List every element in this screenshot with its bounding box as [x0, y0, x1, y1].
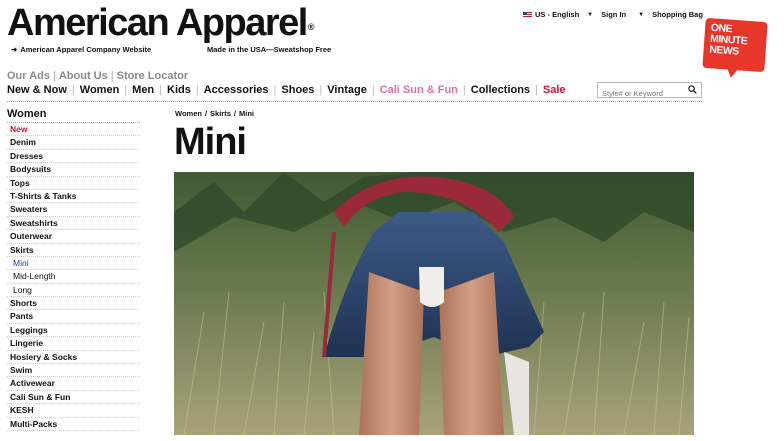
- search-icon[interactable]: [688, 85, 697, 94]
- nav-women[interactable]: Women: [80, 84, 120, 96]
- sidebar-item-bodysuits[interactable]: Bodysuits: [7, 163, 140, 177]
- nav-divider: [7, 101, 702, 102]
- nav-separator: |: [195, 84, 199, 96]
- sidebar-item-tops[interactable]: Tops: [7, 177, 140, 190]
- sidebar-item-skirts[interactable]: Skirts: [7, 244, 140, 257]
- brand-logo[interactable]: American Apparel®: [7, 3, 314, 43]
- nav-separator: |: [319, 84, 323, 96]
- our-ads-link[interactable]: Our Ads: [7, 70, 50, 82]
- about-us-link[interactable]: About Us: [59, 70, 108, 82]
- sidebar-item-tshirts-tanks[interactable]: T-Shirts & Tanks: [7, 190, 140, 204]
- nav-separator: |: [53, 70, 56, 82]
- sidebar-item-swim[interactable]: Swim: [7, 364, 140, 378]
- sidebar-item-activewear[interactable]: Activewear: [7, 377, 140, 391]
- sidebar-item-leggings[interactable]: Leggings: [7, 324, 140, 338]
- sidebar-item-outerwear[interactable]: Outerwear: [7, 230, 140, 244]
- logo-text: American Apparel: [7, 2, 308, 44]
- breadcrumb-women[interactable]: Women: [175, 109, 202, 118]
- nav-new-now[interactable]: New & Now: [7, 84, 67, 96]
- country-selector[interactable]: US - English: [535, 10, 579, 19]
- nav-separator: |: [273, 84, 277, 96]
- sidebar-item-sweatshirts[interactable]: Sweatshirts: [7, 217, 140, 231]
- category-sidebar: Women New Denim Dresses Bodysuits Tops T…: [7, 108, 140, 431]
- breadcrumb-separator: /: [233, 109, 236, 118]
- nav-accessories[interactable]: Accessories: [204, 84, 269, 96]
- nav-separator: |: [159, 84, 163, 96]
- breadcrumb: Women / Skirts / Mini: [175, 109, 254, 118]
- breadcrumb-mini: Mini: [239, 109, 254, 118]
- company-website-label: American Apparel Company Website: [20, 45, 152, 54]
- sidebar-item-new[interactable]: New: [7, 123, 140, 137]
- nav-kids[interactable]: Kids: [167, 84, 191, 96]
- main-nav: New & Now | Women | Men | Kids | Accessories…: [7, 84, 566, 96]
- hero-photo-image: [174, 172, 694, 435]
- sidebar-subitem-mid-length[interactable]: Mid-Length: [7, 270, 140, 284]
- arrow-right-icon: ➜: [11, 45, 18, 54]
- sidebar-subitem-long[interactable]: Long: [7, 284, 140, 298]
- sidebar-heading[interactable]: Women: [7, 108, 140, 123]
- nav-separator: |: [71, 84, 75, 96]
- hero-photo[interactable]: [174, 172, 694, 435]
- badge-text: ONE MINUTE NEWS: [709, 22, 748, 59]
- sidebar-subitem-mini[interactable]: Mini: [7, 257, 140, 271]
- top-nav: US - English ▼ Sign In ▼ Shopping Bag: [523, 10, 703, 19]
- sidebar-item-dresses[interactable]: Dresses: [7, 150, 140, 164]
- breadcrumb-skirts[interactable]: Skirts: [210, 109, 231, 118]
- sidebar-item-pants[interactable]: Pants: [7, 310, 140, 324]
- search-input[interactable]: [598, 86, 684, 101]
- page-title: Mini: [174, 121, 247, 163]
- one-minute-news-badge[interactable]: ONE MINUTE NEWS: [702, 17, 768, 80]
- chevron-down-icon[interactable]: ▼: [638, 12, 644, 18]
- nav-separator: |: [124, 84, 128, 96]
- shopping-bag-link[interactable]: Shopping Bag: [652, 10, 703, 19]
- sidebar-item-cali-sun-fun[interactable]: Cali Sun & Fun: [7, 391, 140, 405]
- nav-separator: |: [462, 84, 466, 96]
- sidebar-item-lingerie[interactable]: Lingerie: [7, 337, 140, 351]
- sign-in-link[interactable]: Sign In: [601, 10, 626, 19]
- nav-men[interactable]: Men: [132, 84, 154, 96]
- sidebar-item-kesh[interactable]: KESH: [7, 404, 140, 418]
- nav-cali-sun-fun[interactable]: Cali Sun & Fun: [380, 84, 458, 96]
- sidebar-item-shorts[interactable]: Shorts: [7, 297, 140, 311]
- nav-separator: |: [371, 84, 375, 96]
- nav-separator: |: [535, 84, 538, 96]
- sidebar-item-denim[interactable]: Denim: [7, 136, 140, 150]
- nav-sale[interactable]: Sale: [543, 84, 566, 96]
- badge-tail: [722, 62, 742, 80]
- sidebar-item-multi-packs[interactable]: Multi-Packs: [7, 418, 140, 431]
- secondary-nav: Our Ads | About Us | Store Locator: [7, 70, 188, 82]
- nav-vintage[interactable]: Vintage: [327, 84, 367, 96]
- sidebar-item-sweaters[interactable]: Sweaters: [7, 203, 140, 217]
- store-locator-link[interactable]: Store Locator: [117, 70, 189, 82]
- made-in-usa-link[interactable]: Made in the USA—Sweatshop Free: [207, 45, 331, 54]
- search-box: [597, 82, 702, 101]
- breadcrumb-separator: /: [204, 109, 208, 118]
- registered-mark: ®: [307, 22, 315, 32]
- us-flag-icon: [523, 11, 532, 18]
- nav-separator: |: [110, 70, 114, 82]
- company-website-link[interactable]: ➜ American Apparel Company Website: [11, 45, 151, 54]
- nav-collections[interactable]: Collections: [471, 84, 530, 96]
- sidebar-item-hosiery-socks[interactable]: Hosiery & Socks: [7, 351, 140, 365]
- nav-shoes[interactable]: Shoes: [281, 84, 314, 96]
- chevron-down-icon[interactable]: ▼: [587, 12, 593, 18]
